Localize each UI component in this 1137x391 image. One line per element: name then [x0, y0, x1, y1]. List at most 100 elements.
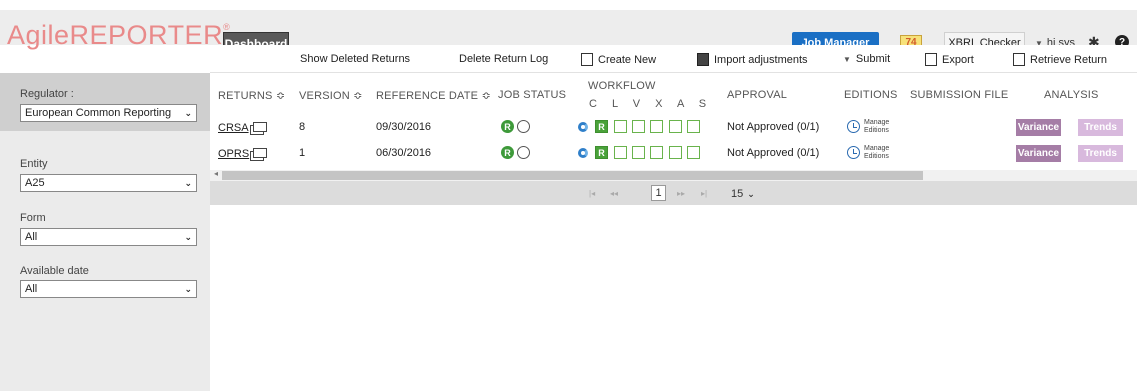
available-date-value: All — [25, 283, 38, 295]
workflow-stage-s[interactable] — [687, 120, 700, 133]
page-size-select[interactable]: 15 ⌄ — [731, 188, 755, 200]
show-deleted-returns-button[interactable]: Show Deleted Returns — [300, 53, 410, 65]
submit-button[interactable]: ▼ Submit — [843, 53, 890, 65]
manage-editions-link[interactable]: Manage Editions — [864, 145, 889, 161]
workflow-stage-a[interactable] — [669, 120, 682, 133]
column-returns[interactable]: RETURNS ≎ — [218, 89, 285, 102]
scroll-left-icon[interactable]: ◂ — [214, 169, 218, 178]
manage-editions-link[interactable]: Manage Editions — [864, 119, 889, 135]
available-date-select[interactable]: All ⌄ — [20, 280, 197, 298]
toolbar: Show Deleted Returns Delete Return Log C… — [210, 45, 1137, 73]
workflow-stage-v[interactable] — [632, 120, 645, 133]
first-page-icon[interactable]: |◂ — [589, 189, 595, 198]
export-icon — [925, 53, 937, 66]
column-analysis: ANALYSIS — [1044, 89, 1099, 101]
column-version[interactable]: VERSION ≎ — [299, 89, 363, 102]
regulator-select[interactable]: European Common Reporting ⌄ — [20, 104, 197, 122]
workflow-stage-l[interactable] — [614, 146, 627, 159]
clock-icon[interactable] — [847, 146, 860, 159]
column-reference-date[interactable]: REFERENCE DATE ≎ — [376, 89, 491, 102]
workflow-stage-l[interactable] — [614, 120, 627, 133]
column-workflow: WORKFLOW — [588, 80, 656, 92]
retrieve-icon — [1013, 53, 1025, 66]
workflow-stage-a[interactable] — [669, 146, 682, 159]
column-editions: EDITIONS — [844, 89, 898, 101]
copy-icon[interactable] — [253, 148, 268, 158]
chevron-down-icon: ⌄ — [184, 231, 192, 242]
form-select[interactable]: All ⌄ — [20, 228, 197, 246]
entity-select[interactable]: A25 ⌄ — [20, 174, 197, 192]
editions-label: Editions — [864, 153, 889, 160]
entity-value: A25 — [25, 177, 45, 189]
scrollbar-thumb[interactable] — [222, 171, 923, 180]
form-label: Form — [20, 212, 46, 224]
delete-log-label: Delete Return Log — [459, 53, 549, 65]
table-row: OPRS 1 06/30/2016 R R Not Approved (0/1)… — [210, 141, 1137, 166]
manage-label: Manage — [864, 119, 890, 126]
last-page-icon[interactable]: ▸| — [701, 189, 707, 198]
current-page[interactable]: 1 — [651, 185, 666, 201]
job-status-circle-icon — [517, 120, 530, 133]
chevron-down-icon: ⌄ — [747, 189, 755, 199]
new-document-icon — [581, 53, 593, 66]
available-date-label: Available date — [20, 265, 89, 277]
delete-return-log-button[interactable]: Delete Return Log — [459, 53, 548, 65]
variance-button[interactable]: Variance — [1016, 119, 1061, 136]
page-size-value: 15 — [731, 188, 744, 200]
column-submission-file: SUBMISSION FILE — [910, 89, 1009, 101]
return-name[interactable]: OPRS — [218, 148, 249, 160]
job-status-badge[interactable]: R — [501, 120, 514, 133]
copy-icon[interactable] — [252, 122, 267, 132]
job-status-circle-icon — [517, 146, 530, 159]
top-header: AgileREPORTER® Dashboard Job Manager 74 … — [0, 0, 1137, 55]
form-value: All — [25, 231, 38, 243]
export-button[interactable]: Export — [925, 53, 974, 66]
column-approval: APPROVAL — [727, 89, 788, 101]
version-cell: 1 — [299, 147, 306, 159]
grid-header: RETURNS ≎ VERSION ≎ REFERENCE DATE ≎ JOB… — [210, 73, 1137, 115]
horizontal-scrollbar[interactable]: ◂ — [210, 169, 1137, 181]
reference-date-cell: 06/30/2016 — [376, 147, 432, 159]
version-cell: 8 — [299, 121, 306, 133]
entity-label: Entity — [20, 158, 48, 170]
previous-page-icon[interactable]: ◂◂ — [610, 189, 618, 198]
editions-label: Editions — [864, 127, 889, 134]
table-row: CRSA 8 09/30/2016 R R Not Approved (0/1)… — [210, 115, 1137, 140]
create-new-label: Create New — [598, 53, 657, 66]
chevron-down-icon: ⌄ — [184, 177, 192, 188]
workflow-stage-c[interactable]: R — [595, 120, 608, 133]
job-status-badge[interactable]: R — [501, 146, 514, 159]
chevron-down-icon: ▼ — [843, 54, 851, 64]
refresh-icon[interactable] — [578, 122, 588, 132]
variance-button[interactable]: Variance — [1016, 145, 1061, 162]
workflow-stage-x[interactable] — [650, 120, 663, 133]
create-new-button[interactable]: Create New — [581, 53, 656, 66]
trends-button[interactable]: Trends — [1078, 145, 1123, 162]
regulator-label: Regulator : — [20, 88, 74, 100]
chevron-down-icon: ⌄ — [184, 107, 192, 118]
return-link[interactable]: CRSA — [218, 121, 267, 134]
chevron-down-icon: ⌄ — [184, 283, 192, 294]
approval-cell: Not Approved (0/1) — [727, 147, 820, 159]
workflow-stage-v[interactable] — [632, 146, 645, 159]
next-page-icon[interactable]: ▸▸ — [677, 189, 685, 198]
regulator-value: European Common Reporting — [25, 107, 172, 119]
refresh-icon[interactable] — [578, 148, 588, 158]
return-link[interactable]: OPRS — [218, 147, 268, 160]
workflow-stage-x[interactable] — [650, 146, 663, 159]
retrieve-return-button[interactable]: Retrieve Return — [1013, 53, 1107, 66]
filter-sidebar: Regulator : European Common Reporting ⌄ E… — [0, 73, 210, 391]
workflow-stage-c[interactable]: R — [595, 146, 608, 159]
trends-button[interactable]: Trends — [1078, 119, 1123, 136]
app-logo: AgileREPORTER® — [7, 20, 231, 50]
pager: |◂ ◂◂ 1 ▸▸ ▸| 15 ⌄ — [210, 181, 1137, 205]
import-adjustments-button[interactable]: Import adjustments — [697, 53, 808, 66]
return-name[interactable]: CRSA — [218, 122, 249, 134]
workflow-stage-s[interactable] — [687, 146, 700, 159]
reference-date-cell: 09/30/2016 — [376, 121, 432, 133]
regulator-block: Regulator : European Common Reporting ⌄ — [0, 73, 210, 131]
column-job-status: JOB STATUS — [498, 89, 567, 101]
clock-icon[interactable] — [847, 120, 860, 133]
workflow-stage-letters: C L V X A S — [589, 98, 713, 110]
retrieve-label: Retrieve Return — [1030, 53, 1108, 66]
